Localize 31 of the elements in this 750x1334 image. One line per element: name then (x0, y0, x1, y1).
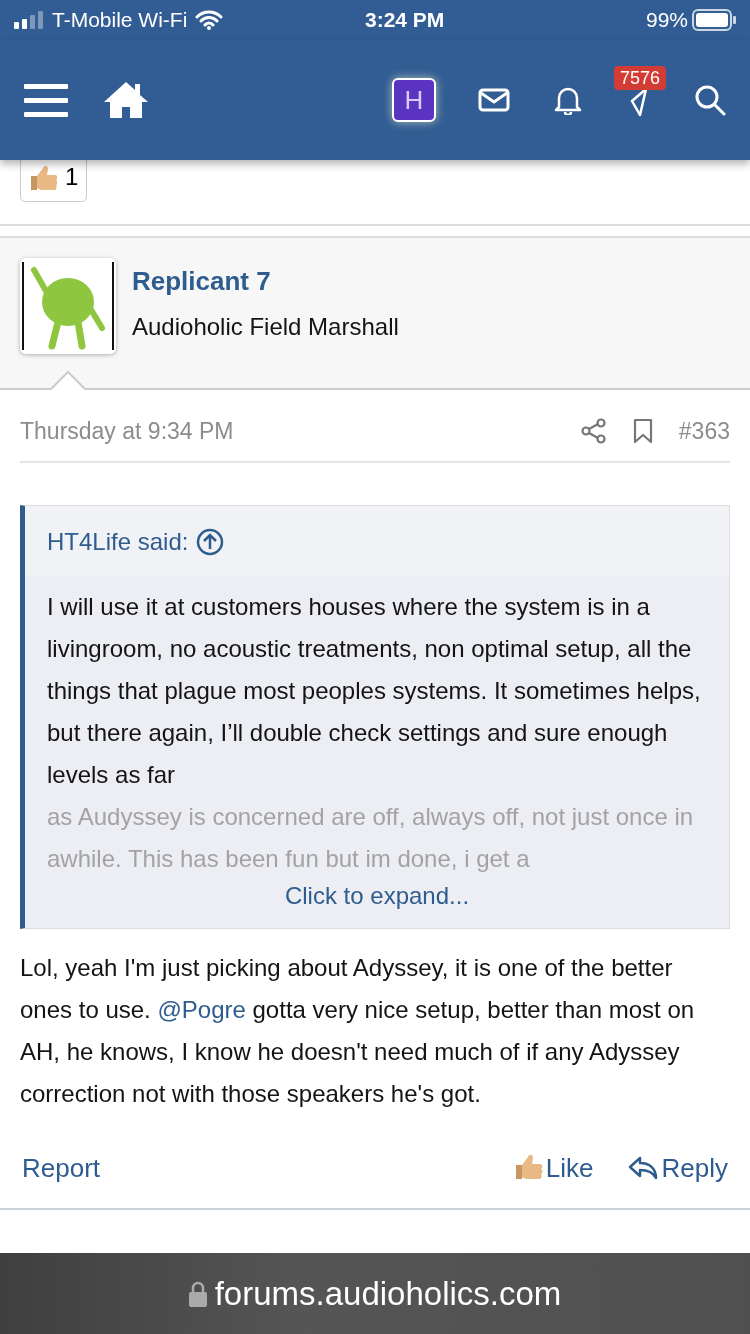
reply-arrow-icon (627, 1155, 658, 1181)
quote-author-link[interactable]: HT4Life said: (47, 523, 189, 560)
mention-link[interactable]: @Pogre (157, 995, 246, 1023)
search-icon[interactable] (694, 84, 726, 116)
home-icon[interactable] (102, 80, 150, 120)
share-icon[interactable] (580, 418, 607, 445)
avatar-button[interactable]: H (392, 78, 436, 122)
quote-text: I will use it at customers houses where the system is in a livingroom, no acoustic treatments, non optimal setup, all the things that plague most peoples systems. It sometimes helps, but there again, I’ll double check settings and sure enough levels as far (47, 591, 702, 790)
post-date: Thursday at 9:34 PM (20, 417, 235, 446)
user-title: Audioholic Field Marshall (132, 312, 399, 342)
expand-link[interactable]: Click to expand... (47, 879, 707, 912)
reply-button[interactable]: Reply (627, 1148, 728, 1188)
lock-icon (188, 1280, 207, 1307)
battery-percent: 99% (645, 7, 688, 34)
wifi-icon (195, 10, 224, 30)
signal-icon (14, 11, 44, 29)
faded-quote-text: as Audyssey is concerned are off, always off, not just once in awhile. This has been fun but im done, i get a (47, 801, 695, 874)
menu-icon[interactable] (24, 82, 68, 118)
bell-icon[interactable] (554, 85, 582, 115)
username-link[interactable]: Replicant 7 (132, 262, 399, 301)
like-button[interactable]: Like (511, 1148, 594, 1188)
alerts-badge: 7576 (614, 66, 667, 90)
battery-icon (692, 9, 736, 31)
report-link[interactable]: Report (22, 1148, 512, 1188)
status-time: 3:24 PM (364, 7, 445, 34)
url-text: forums.audioholics.com (214, 1273, 562, 1314)
mail-icon[interactable] (478, 88, 510, 112)
up-arrow-circle-icon[interactable] (196, 527, 225, 556)
post-text: Lol, yeah I'm just picking about Adyssey, it is one of the better ones to use. @Pogre gotta very nice setup, better than most on AH, he knows, I know he doesn't need much of if any Adyssey correction not with those speakers he's got. (19, 952, 696, 1109)
carrier-name: T-Mobile Wi-Fi (52, 7, 188, 34)
bookmark-icon[interactable] (632, 418, 653, 445)
